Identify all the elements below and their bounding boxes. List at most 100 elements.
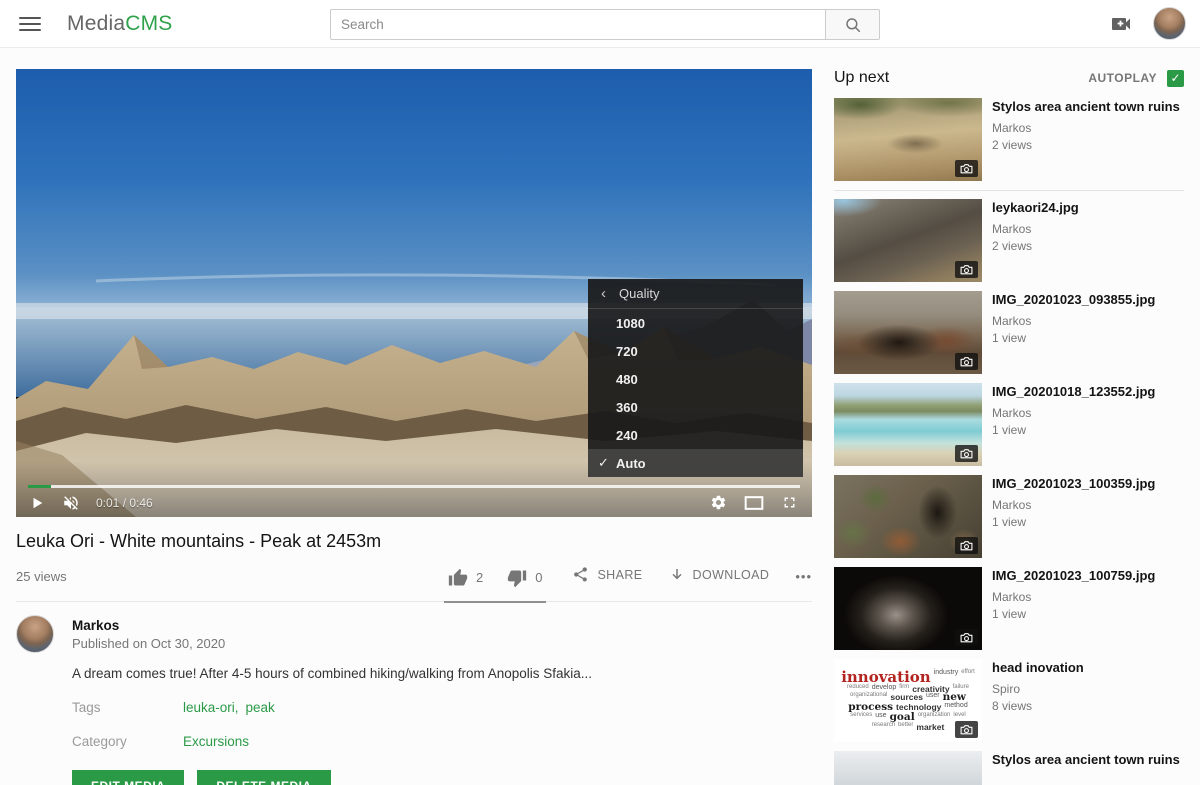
settings-button[interactable] (710, 494, 727, 511)
item-title[interactable]: Stylos area ancient town ruins (992, 99, 1180, 115)
quality-option-label: 360 (616, 400, 638, 415)
search-input[interactable] (330, 9, 826, 40)
camera-badge (955, 160, 978, 177)
autoplay-checkbox[interactable]: ✓ (1167, 70, 1184, 87)
category-row: Category Excursions (72, 734, 812, 749)
list-divider (834, 190, 1184, 191)
search-icon (844, 16, 862, 34)
item-views: 2 views (992, 239, 1079, 253)
media-actions: EDIT MEDIA DELETE MEDIA (72, 770, 812, 785)
item-title[interactable]: Stylos area ancient town ruins (992, 752, 1180, 768)
item-title[interactable]: IMG_20201023_100759.jpg (992, 568, 1155, 584)
dislike-button[interactable]: 0 (507, 568, 542, 588)
camera-badge (955, 353, 978, 370)
up-next-item[interactable]: innovationindustryeffortreduceddevelopfi… (834, 659, 1184, 742)
up-next-item[interactable]: IMG_20201023_100359.jpg Markos 1 view (834, 475, 1184, 558)
quality-option-240[interactable]: 240 (588, 421, 803, 449)
share-button[interactable]: SHARE (572, 566, 642, 583)
view-count: 25 views (16, 565, 67, 584)
media-thumbnail[interactable] (834, 199, 982, 282)
quality-menu-header[interactable]: ‹ Quality (588, 279, 803, 309)
download-button[interactable]: DOWNLOAD (669, 567, 770, 583)
item-author: Markos (992, 590, 1155, 604)
like-button[interactable]: 2 (448, 568, 483, 588)
item-views: 1 view (992, 515, 1155, 529)
rating-group: 2 0 (444, 566, 546, 603)
author-name[interactable]: Markos (72, 618, 225, 633)
camera-icon (960, 724, 973, 735)
up-next-item[interactable]: Stylos area ancient town ruins (834, 751, 1184, 785)
video-upload-icon[interactable] (1109, 12, 1133, 36)
media-thumbnail[interactable] (834, 475, 982, 558)
mute-button[interactable] (62, 494, 80, 512)
quality-option-480[interactable]: 480 (588, 365, 803, 393)
logo-media-text: Media (67, 12, 125, 35)
item-title[interactable]: head inovation (992, 660, 1084, 676)
camera-icon (960, 632, 973, 643)
share-icon (572, 566, 589, 583)
app-logo[interactable]: MediaCMS (67, 12, 172, 36)
up-next-item[interactable]: Stylos area ancient town ruins Markos 2 … (834, 98, 1184, 181)
up-next-item[interactable]: IMG_20201023_100759.jpg Markos 1 view (834, 567, 1184, 650)
up-next-item[interactable]: leykaori24.jpg Markos 2 views (834, 199, 1184, 282)
item-title[interactable]: leykaori24.jpg (992, 200, 1079, 216)
edit-media-button[interactable]: EDIT MEDIA (72, 770, 184, 785)
delete-media-button[interactable]: DELETE MEDIA (197, 770, 330, 785)
theater-mode-button[interactable] (744, 495, 764, 511)
page-content: ‹ Quality 1080720 480 360 240 ✓ Auto (0, 48, 1200, 785)
play-icon (30, 496, 44, 510)
author-row: Markos Published on Oct 30, 2020 (16, 615, 812, 653)
tags-label: Tags (72, 700, 183, 715)
media-thumbnail[interactable] (834, 567, 982, 650)
quality-option-720[interactable]: 720 (588, 337, 803, 365)
wordcloud-word: market (916, 723, 944, 731)
autoplay-toggle[interactable]: AUTOPLAY ✓ (1088, 70, 1184, 87)
wordcloud-word: research (872, 723, 895, 731)
publish-date: Published on Oct 30, 2020 (72, 636, 225, 651)
up-next-title: Up next (834, 69, 889, 87)
logo-cms-text: CMS (125, 12, 172, 35)
tag-link[interactable]: leuka-ori, (183, 700, 239, 715)
media-thumbnail[interactable] (834, 383, 982, 466)
quality-option-360[interactable]: 360 (588, 393, 803, 421)
media-thumbnail[interactable]: innovationindustryeffortreduceddevelopfi… (834, 659, 982, 742)
item-views: 1 view (992, 607, 1155, 621)
fullscreen-button[interactable] (781, 494, 798, 511)
wordcloud-word: effort (961, 670, 975, 684)
quality-option-label: 480 (616, 372, 638, 387)
video-player[interactable]: ‹ Quality 1080720 480 360 240 ✓ Auto (16, 69, 812, 517)
wordcloud-word: better (898, 723, 913, 731)
quality-menu: ‹ Quality 1080720 480 360 240 ✓ Auto (588, 279, 803, 477)
tags-row: Tags leuka-ori, peak (72, 700, 812, 715)
user-avatar[interactable] (1153, 7, 1186, 40)
play-button[interactable] (30, 496, 44, 510)
item-title[interactable]: IMG_20201018_123552.jpg (992, 384, 1155, 400)
media-thumbnail[interactable] (834, 291, 982, 374)
tag-link[interactable]: peak (246, 700, 275, 715)
dislike-count: 0 (535, 570, 542, 585)
up-next-item[interactable]: IMG_20201023_093855.jpg Markos 1 view (834, 291, 1184, 374)
item-title[interactable]: IMG_20201023_093855.jpg (992, 292, 1155, 308)
item-title[interactable]: IMG_20201023_100359.jpg (992, 476, 1155, 492)
wordcloud-word: innovation (841, 670, 931, 684)
hamburger-menu-icon[interactable] (19, 17, 41, 31)
quality-option-1080[interactable]: 1080 (588, 309, 803, 337)
quality-option-label: Auto (616, 456, 646, 471)
more-options-button[interactable]: ••• (795, 565, 812, 584)
thumbs-up-icon (448, 568, 468, 588)
like-count: 2 (476, 570, 483, 585)
media-thumbnail[interactable] (834, 751, 982, 785)
item-views: 2 views (992, 138, 1180, 152)
media-thumbnail[interactable] (834, 98, 982, 181)
share-label: SHARE (597, 568, 642, 582)
quality-option-auto[interactable]: ✓ Auto (588, 449, 803, 477)
check-icon: ✓ (598, 455, 609, 471)
search-bar (330, 9, 880, 40)
camera-icon (960, 356, 973, 367)
thumbs-down-icon (507, 568, 527, 588)
category-link[interactable]: Excursions (183, 734, 249, 749)
theater-mode-icon (744, 495, 764, 511)
author-avatar[interactable] (16, 615, 54, 653)
up-next-item[interactable]: IMG_20201018_123552.jpg Markos 1 view (834, 383, 1184, 466)
search-button[interactable] (825, 9, 880, 40)
